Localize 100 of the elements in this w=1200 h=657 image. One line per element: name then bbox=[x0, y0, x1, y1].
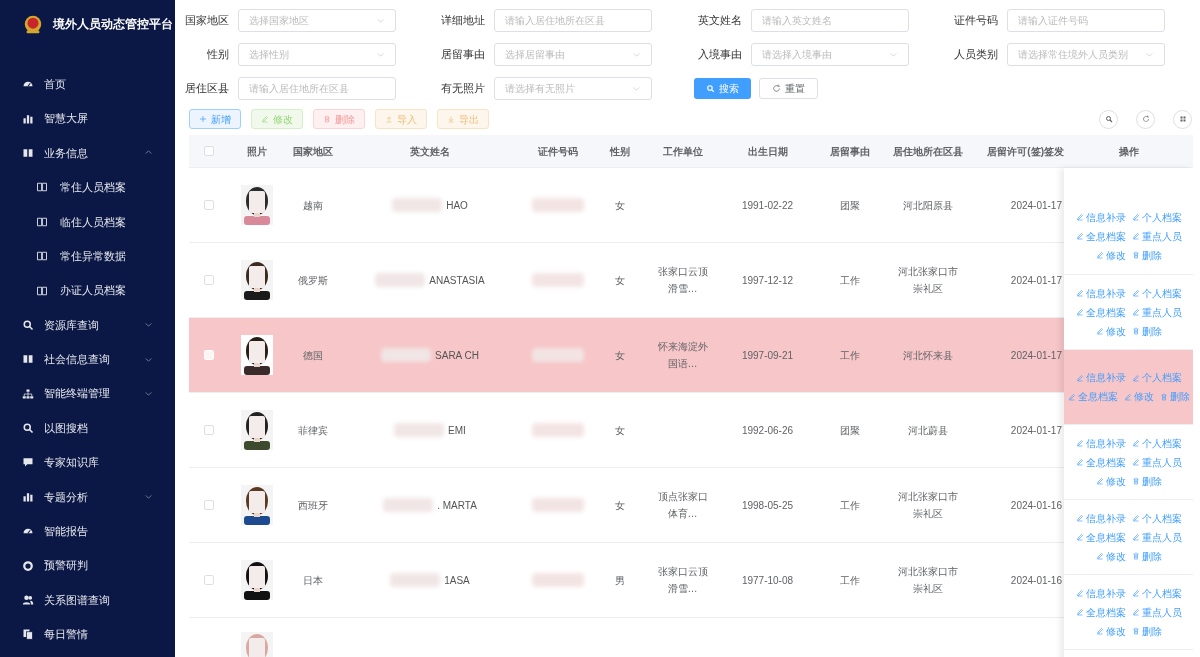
input-field[interactable]: 请输入证件号码 bbox=[1006, 8, 1165, 32]
action-link[interactable]: 删除 bbox=[1131, 323, 1162, 339]
export-button[interactable]: 导出 bbox=[437, 109, 489, 129]
action-link[interactable]: 信息补录 bbox=[1075, 510, 1126, 526]
action-link[interactable]: 信息补录 bbox=[1075, 209, 1126, 225]
edit-icon bbox=[1095, 552, 1104, 560]
bar-chart-icon bbox=[22, 490, 34, 503]
action-link[interactable]: 删除 bbox=[1131, 247, 1162, 263]
table-cell-text: 2024-01-17 bbox=[1010, 273, 1062, 288]
sidebar-item[interactable]: 常住异常数据 bbox=[0, 238, 175, 274]
action-link[interactable]: 个人档案 bbox=[1131, 585, 1182, 601]
action-link[interactable]: 删除 bbox=[1159, 388, 1190, 405]
checkbox[interactable] bbox=[203, 146, 214, 156]
blurred-text bbox=[375, 273, 426, 287]
sidebar-item[interactable]: 预警研判 bbox=[0, 548, 175, 583]
table-cell-text: 2024-01-16 bbox=[1010, 573, 1062, 588]
edit-icon bbox=[1095, 327, 1104, 335]
sidebar-item[interactable]: 智慧大屏 bbox=[0, 101, 175, 136]
sidebar-item[interactable]: 关系图谱查询 bbox=[0, 582, 175, 618]
input-field[interactable]: 请输入居住地所在区县 bbox=[494, 8, 653, 32]
action-link[interactable]: 修改 bbox=[1095, 623, 1126, 639]
table-cell-text: 团聚 bbox=[840, 423, 860, 438]
table-cell-text: 工作 bbox=[840, 573, 860, 588]
select-field[interactable]: 选择国家地区 bbox=[238, 8, 396, 32]
add-button[interactable]: 新增 bbox=[189, 109, 241, 129]
sidebar-item[interactable]: 业务信息 bbox=[0, 135, 175, 171]
table-cell-text: 河北怀来县 bbox=[902, 348, 953, 363]
trash-icon bbox=[1131, 552, 1140, 560]
input-field[interactable]: 请输入英文姓名 bbox=[750, 8, 909, 32]
sidebar-item[interactable]: 以图搜档 bbox=[0, 410, 175, 446]
table-cell-text: 河北张家口市崇礼区 bbox=[897, 565, 958, 596]
action-link[interactable]: 信息补录 bbox=[1075, 285, 1126, 301]
select-field[interactable]: 选择居留事由 bbox=[494, 42, 653, 66]
blurred-text bbox=[392, 198, 443, 212]
action-link[interactable]: 删除 bbox=[1131, 623, 1162, 639]
import-button[interactable]: 导入 bbox=[375, 109, 427, 129]
action-link[interactable]: 信息补录 bbox=[1075, 435, 1126, 451]
sidebar-item[interactable]: 每日警情 bbox=[0, 617, 175, 652]
sidebar-item[interactable]: 首页 bbox=[0, 67, 175, 102]
action-link[interactable]: 全息档案 bbox=[1075, 529, 1126, 545]
sidebar-item[interactable]: 临住人员档案 bbox=[0, 204, 175, 239]
action-link[interactable]: 全息档案 bbox=[1075, 604, 1126, 620]
action-link[interactable]: 全息档案 bbox=[1075, 454, 1126, 470]
action-link[interactable]: 全息档案 bbox=[1075, 228, 1126, 244]
column-header: 照片 bbox=[246, 144, 267, 159]
field-label: 人员类别 bbox=[952, 46, 998, 62]
action-link[interactable]: 重点人员 bbox=[1131, 304, 1182, 320]
action-link[interactable]: 修改 bbox=[1123, 388, 1154, 405]
sidebar-item[interactable]: 智能终端管理 bbox=[0, 376, 175, 411]
action-link[interactable]: 重点人员 bbox=[1131, 604, 1182, 620]
table-cell-text: 女 bbox=[615, 273, 625, 288]
checkbox[interactable] bbox=[203, 500, 214, 510]
action-link[interactable]: 修改 bbox=[1095, 473, 1126, 489]
action-link[interactable]: 重点人员 bbox=[1131, 529, 1182, 545]
checkbox[interactable] bbox=[203, 575, 214, 585]
action-link[interactable]: 信息补录 bbox=[1075, 585, 1126, 601]
sidebar-item[interactable]: 资源库查询 bbox=[0, 307, 175, 343]
input-field[interactable]: 请输入居住地所在区县 bbox=[238, 76, 396, 100]
action-link[interactable]: 个人档案 bbox=[1131, 209, 1182, 225]
action-link[interactable]: 全息档案 bbox=[1075, 304, 1126, 320]
sidebar-item[interactable]: 社会信息查询 bbox=[0, 342, 175, 377]
checkbox[interactable] bbox=[203, 200, 214, 210]
sidebar-item[interactable]: 专家知识库 bbox=[0, 445, 175, 480]
search-icon bbox=[22, 318, 34, 331]
checkbox[interactable] bbox=[203, 275, 214, 285]
action-link[interactable]: 修改 bbox=[1095, 323, 1126, 339]
column-header: 英文姓名 bbox=[410, 144, 450, 159]
edit-button[interactable]: 修改 bbox=[251, 109, 303, 129]
table-cell-text: 顶点张家口体育… bbox=[656, 490, 709, 521]
action-link[interactable]: 重点人员 bbox=[1131, 228, 1182, 244]
table-cell-text: 1997-12-12 bbox=[741, 273, 794, 288]
table-cell-text: . MARTA bbox=[437, 498, 477, 513]
chevron-icon bbox=[144, 492, 153, 502]
table-cell-text: 怀来海淀外国语… bbox=[656, 340, 709, 371]
action-link[interactable]: 全息档案 bbox=[1067, 388, 1118, 405]
action-link[interactable]: 删除 bbox=[1131, 548, 1162, 564]
search-icon bbox=[22, 422, 34, 435]
delete-button[interactable]: 删除 bbox=[313, 109, 365, 129]
sidebar-item[interactable]: 办证人员档案 bbox=[0, 273, 175, 308]
search-button[interactable]: 搜索 bbox=[693, 77, 751, 99]
action-link[interactable]: 个人档案 bbox=[1131, 369, 1182, 386]
action-link[interactable]: 个人档案 bbox=[1131, 510, 1182, 526]
edit-icon bbox=[1075, 232, 1084, 240]
checkbox[interactable] bbox=[203, 425, 214, 435]
action-link[interactable]: 重点人员 bbox=[1131, 454, 1182, 470]
sidebar-item[interactable]: 常住人员档案 bbox=[0, 170, 175, 205]
table-cell-text: 1998-05-25 bbox=[741, 498, 794, 513]
sidebar-item[interactable]: 专题分析 bbox=[0, 479, 175, 515]
action-link[interactable]: 修改 bbox=[1095, 548, 1126, 564]
action-link[interactable]: 修改 bbox=[1095, 247, 1126, 263]
trash-icon bbox=[1131, 627, 1140, 635]
edit-icon bbox=[1131, 289, 1140, 297]
reset-button[interactable]: 重置 bbox=[758, 77, 818, 99]
action-link[interactable]: 个人档案 bbox=[1131, 435, 1182, 451]
edit-icon bbox=[1067, 392, 1076, 401]
table-cell-text: ANASTASIA bbox=[429, 273, 485, 288]
sidebar-item[interactable]: 智能报告 bbox=[0, 514, 175, 549]
action-link[interactable]: 个人档案 bbox=[1131, 285, 1182, 301]
action-link[interactable]: 删除 bbox=[1131, 473, 1162, 489]
action-link[interactable]: 信息补录 bbox=[1075, 369, 1126, 386]
